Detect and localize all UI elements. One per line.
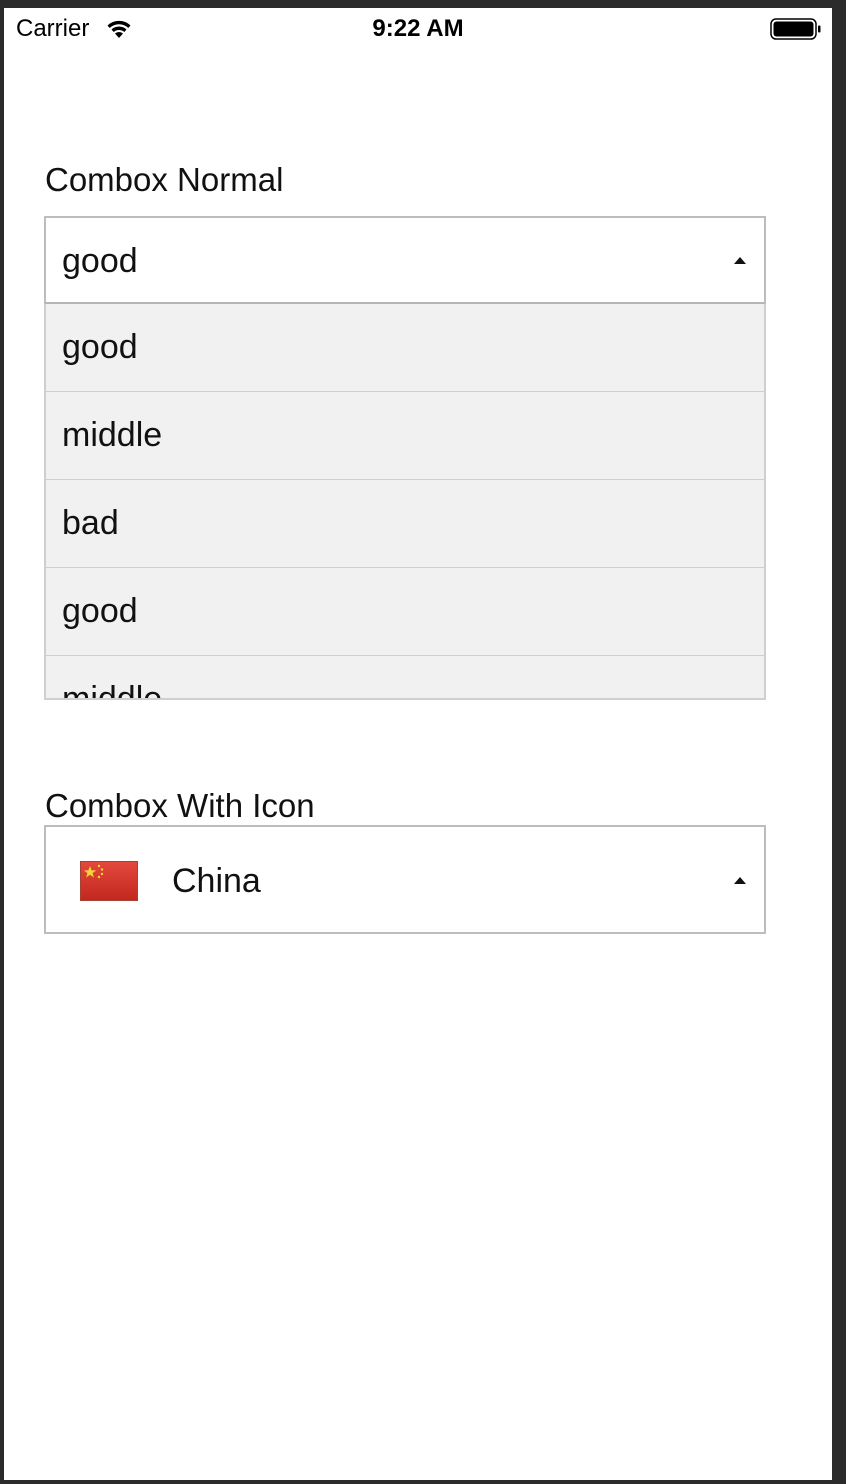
dropdown-option[interactable]: good xyxy=(46,304,764,392)
battery-icon xyxy=(770,18,821,40)
combo-normal-title: Combox Normal xyxy=(45,161,284,198)
option-label: middle xyxy=(62,416,163,454)
status-time: 9:22 AM xyxy=(372,15,464,42)
combo-icon-title: Combox With Icon xyxy=(45,787,315,824)
app-screen: Carrier 9:22 AM Combox Normal good good … xyxy=(4,8,832,1480)
combo-normal-dropdown[interactable]: good middle bad good middle xyxy=(44,304,766,700)
dropdown-option[interactable]: middle xyxy=(46,392,764,480)
option-label: bad xyxy=(62,504,119,542)
dropdown-option[interactable]: bad xyxy=(46,480,764,568)
option-label: good xyxy=(62,592,138,630)
status-bar: Carrier 9:22 AM xyxy=(4,8,832,52)
dropdown-option[interactable]: middle xyxy=(46,656,764,700)
caret-up-icon[interactable] xyxy=(734,877,746,884)
combo-icon-select[interactable]: China xyxy=(44,825,766,934)
option-label: middle xyxy=(62,680,163,700)
combo-icon-value: China xyxy=(172,862,261,900)
combo-normal-select[interactable]: good xyxy=(44,216,766,305)
option-label: good xyxy=(62,328,138,366)
dropdown-option[interactable]: good xyxy=(46,568,764,656)
caret-up-icon[interactable] xyxy=(734,257,746,264)
combo-normal-value: good xyxy=(62,242,138,280)
china-flag-icon xyxy=(80,861,138,901)
